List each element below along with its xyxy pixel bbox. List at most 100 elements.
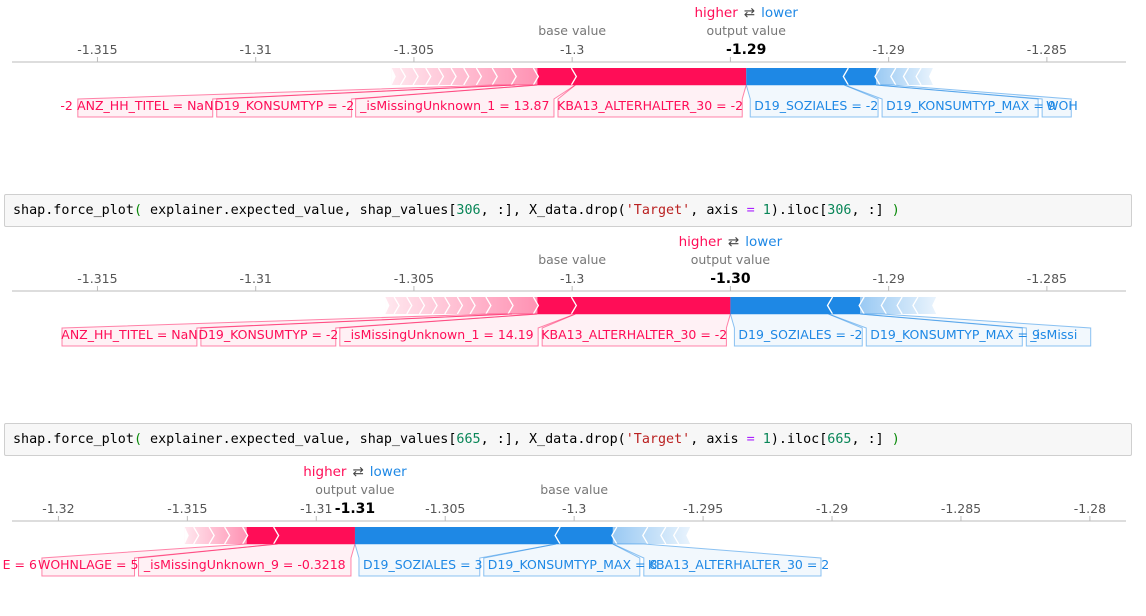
x-tick-label: -1.295 bbox=[683, 501, 723, 516]
code-token: , :], X_data.drop( bbox=[480, 203, 626, 218]
negative-feature-label: KBA13_ALTERHALTER_30 = 2 bbox=[648, 557, 829, 572]
x-tick-label: -1.305 bbox=[394, 42, 434, 57]
code-token: 306 bbox=[827, 203, 852, 218]
x-tick-label: -1.29 bbox=[872, 271, 904, 286]
output-value-label: output value bbox=[315, 482, 395, 497]
code-token: , axis bbox=[690, 432, 747, 447]
negative-feature-label: D19_SOZIALES = -2 bbox=[738, 327, 862, 342]
x-tick-label: -1.29 bbox=[872, 42, 904, 57]
code-token: shap.force_plot bbox=[13, 432, 134, 447]
legend-lower: lower bbox=[745, 234, 782, 250]
code-token: explainer.expected_value, shap_values[ bbox=[142, 203, 457, 218]
negative-force-bar bbox=[354, 527, 613, 544]
positive-feature-label: ANZ_HH_TITEL = NaN bbox=[61, 327, 197, 342]
code-token: ) bbox=[891, 203, 900, 218]
force-plot-1: -1.315 -1.31 -1.305 -1.3 -1.29 -1.285 base val… bbox=[12, 5, 1126, 118]
code-token: 306 bbox=[456, 203, 481, 218]
code-token: ( bbox=[133, 203, 142, 218]
x-tick-label: -1.315 bbox=[167, 501, 207, 516]
x-tick-label: -1.285 bbox=[1027, 271, 1067, 286]
x-tick-label: -1.31 bbox=[240, 42, 272, 57]
x-tick-label: -1.3 bbox=[560, 271, 584, 286]
code-token: explainer.expected_value, shap_values[ bbox=[142, 432, 457, 447]
negative-feature-label: D19_SOZIALES = -2 bbox=[754, 98, 878, 113]
legend: higher ⇄ lower bbox=[303, 464, 407, 480]
positive-feature-label: _isMissingUnknown_9 = -0.3218 bbox=[143, 557, 346, 572]
positive-feature-label: D19_KONSUMTYP = -2 bbox=[214, 98, 354, 113]
legend-lower: lower bbox=[370, 464, 407, 480]
x-tick-label: -1.3 bbox=[562, 501, 586, 516]
code-token: = bbox=[746, 203, 755, 218]
code-cell-force-plot-665[interactable]: shap.force_plot( explainer.expected_valu… bbox=[4, 423, 1132, 456]
code-token: 1 bbox=[762, 203, 771, 218]
code-token: ( bbox=[133, 432, 142, 447]
positive-force-bar bbox=[246, 527, 355, 544]
positive-force-bar bbox=[537, 68, 747, 85]
code-token: 'Target' bbox=[625, 203, 691, 218]
positive-feature-label: _isMissingUnknown_1 = 14.19 bbox=[343, 327, 533, 342]
output-value: -1.29 bbox=[726, 42, 766, 58]
code-token: = bbox=[746, 432, 755, 447]
code-token: , :], X_data.drop( bbox=[480, 432, 626, 447]
x-tick-label: -1.315 bbox=[77, 271, 117, 286]
code-cell-force-plot-306[interactable]: shap.force_plot( explainer.expected_valu… bbox=[4, 194, 1132, 227]
x-tick-label: -1.29 bbox=[816, 501, 848, 516]
x-tick-label: -1.315 bbox=[77, 42, 117, 57]
legend-higher: higher bbox=[303, 464, 347, 480]
output-value-label: output value bbox=[691, 252, 771, 267]
code-token: 1 bbox=[762, 432, 771, 447]
negative-force-bar bbox=[746, 68, 876, 85]
code-token: ) bbox=[891, 432, 900, 447]
code-token: , :] bbox=[851, 203, 892, 218]
output-value-label: output value bbox=[707, 23, 787, 38]
legend-higher: higher bbox=[679, 234, 723, 250]
negative-tail-bar bbox=[612, 527, 691, 544]
code-token: 665 bbox=[456, 432, 481, 447]
positive-feature-label: WOHNLAGE = 5 bbox=[38, 557, 139, 572]
legend: higher ⇄ lower bbox=[694, 5, 798, 21]
positive-feature-label: KBA13_ALTERHALTER_30 = -2 bbox=[541, 327, 727, 342]
base-value-label: base value bbox=[538, 252, 606, 267]
negative-tail-bar bbox=[860, 297, 937, 314]
positive-feature-label: D19_KONSUMTYP = -2 bbox=[198, 327, 338, 342]
positive-feature-label: KBA13_ALTERHALTER_30 = -2 bbox=[557, 98, 743, 113]
force-plot-3: -1.32 -1.315 -1.31 -1.305 -1.3 -1.295 -1.29 -1.… bbox=[3, 464, 1126, 577]
code-token: ).iloc[ bbox=[770, 203, 828, 218]
negative-feature-label: D19_SOZIALES = 3 bbox=[363, 557, 483, 572]
positive-feature-label: _isMissingUnknown_1 = 13.87 bbox=[359, 98, 549, 113]
output-value: -1.31 bbox=[335, 501, 375, 517]
legend-lower: lower bbox=[761, 5, 798, 21]
x-tick-label: -1.31 bbox=[300, 501, 332, 516]
code-token: 665 bbox=[827, 432, 852, 447]
x-tick-label: -1.28 bbox=[1074, 501, 1106, 516]
x-tick-label: -1.31 bbox=[240, 271, 272, 286]
positive-tail-bar bbox=[184, 527, 247, 544]
x-tick-label: -1.285 bbox=[941, 501, 981, 516]
x-tick-label: -1.305 bbox=[394, 271, 434, 286]
positive-force-bar bbox=[537, 297, 731, 314]
code-token: shap.force_plot bbox=[13, 203, 134, 218]
x-tick-label: -1.32 bbox=[42, 501, 74, 516]
positive-feature-label-truncated: -2 bbox=[60, 98, 72, 113]
negative-feature-label: WOH bbox=[1046, 98, 1078, 113]
code-token: , axis bbox=[690, 203, 747, 218]
code-token: , :] bbox=[851, 432, 892, 447]
force-plot-2: -1.315 -1.31 -1.305 -1.3 -1.29 -1.285 base val… bbox=[12, 234, 1126, 347]
legend-arrow-icon: ⇄ bbox=[352, 464, 363, 480]
positive-feature-label: ANZ_HH_TITEL = NaN bbox=[77, 98, 213, 113]
base-value-label: base value bbox=[540, 482, 608, 497]
code-token: 'Target' bbox=[625, 432, 691, 447]
legend: higher ⇄ lower bbox=[679, 234, 783, 250]
negative-feature-label: _isMissi bbox=[1029, 327, 1077, 342]
negative-feature-label: D19_KONSUMTYP_MAX = 9 bbox=[886, 98, 1056, 113]
output-value: -1.30 bbox=[710, 271, 751, 287]
x-tick-label: -1.305 bbox=[425, 501, 465, 516]
code-token: ).iloc[ bbox=[770, 432, 828, 447]
legend-arrow-icon: ⇄ bbox=[728, 234, 739, 250]
negative-force-bar bbox=[730, 297, 861, 314]
negative-feature-label: D19_KONSUMTYP_MAX = 8 bbox=[488, 557, 658, 572]
base-value-label: base value bbox=[538, 23, 606, 38]
negative-feature-label: D19_KONSUMTYP_MAX = 9 bbox=[870, 327, 1040, 342]
